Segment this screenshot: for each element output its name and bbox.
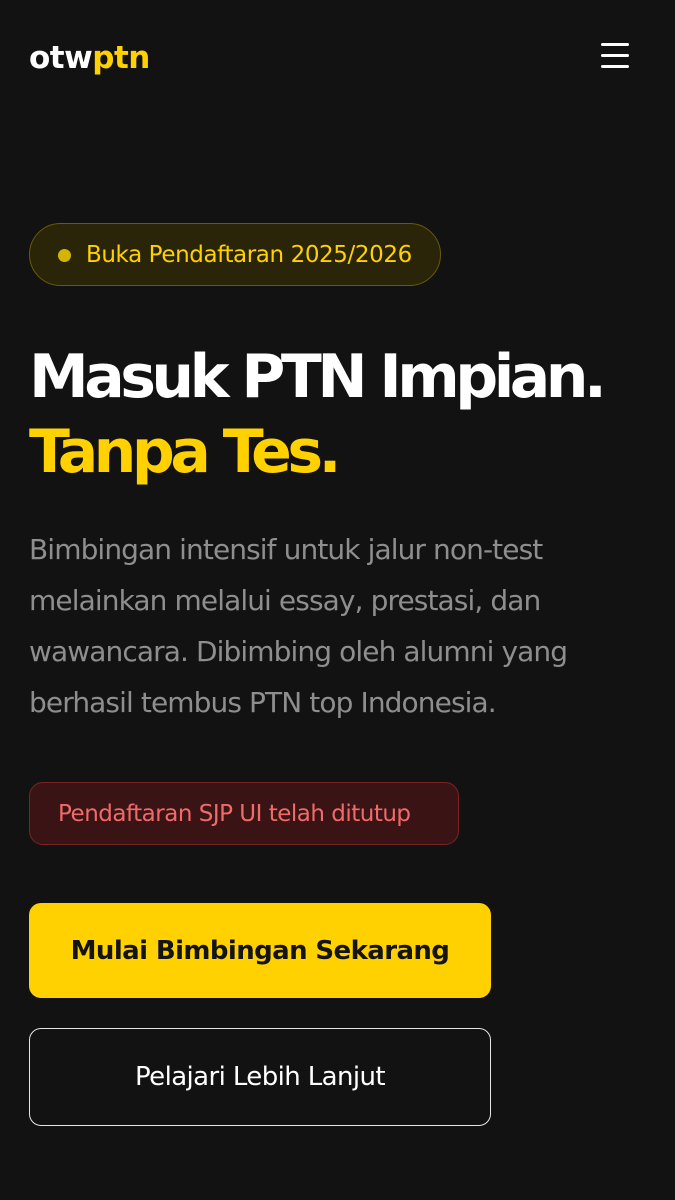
registration-closed-notice: Pendaftaran SJP UI telah ditutup bbox=[29, 782, 459, 845]
hero-headline: Masuk PTN Impian. Tanpa Tes. bbox=[29, 340, 607, 490]
logo-part-otw: otw bbox=[29, 40, 93, 76]
headline-line-1: Masuk PTN Impian. bbox=[29, 342, 607, 412]
registration-open-badge: Buka Pendaftaran 2025/2026 bbox=[29, 223, 441, 286]
headline-line-2: Tanpa Tes. bbox=[29, 417, 341, 487]
menu-line bbox=[601, 65, 629, 68]
site-header: otwptn bbox=[0, 0, 675, 116]
learn-more-label: Pelajari Lebih Lanjut bbox=[135, 1062, 386, 1092]
start-mentoring-label: Mulai Bimbingan Sekarang bbox=[70, 935, 450, 966]
learn-more-button[interactable]: Pelajari Lebih Lanjut bbox=[29, 1028, 491, 1126]
logo-part-ptn: ptn bbox=[92, 40, 150, 76]
menu-line bbox=[601, 43, 629, 46]
menu-line bbox=[601, 54, 629, 57]
site-logo[interactable]: otwptn bbox=[29, 38, 150, 78]
status-dot-icon bbox=[58, 249, 71, 262]
hero-description: Bimbingan intensif untuk jalur non-test … bbox=[29, 533, 568, 719]
hamburger-menu-icon[interactable] bbox=[596, 38, 634, 74]
badge-label: Buka Pendaftaran 2025/2026 bbox=[86, 241, 412, 268]
closed-notice-text: Pendaftaran SJP UI telah ditutup bbox=[58, 800, 411, 827]
start-mentoring-button[interactable]: Mulai Bimbingan Sekarang bbox=[29, 903, 491, 998]
